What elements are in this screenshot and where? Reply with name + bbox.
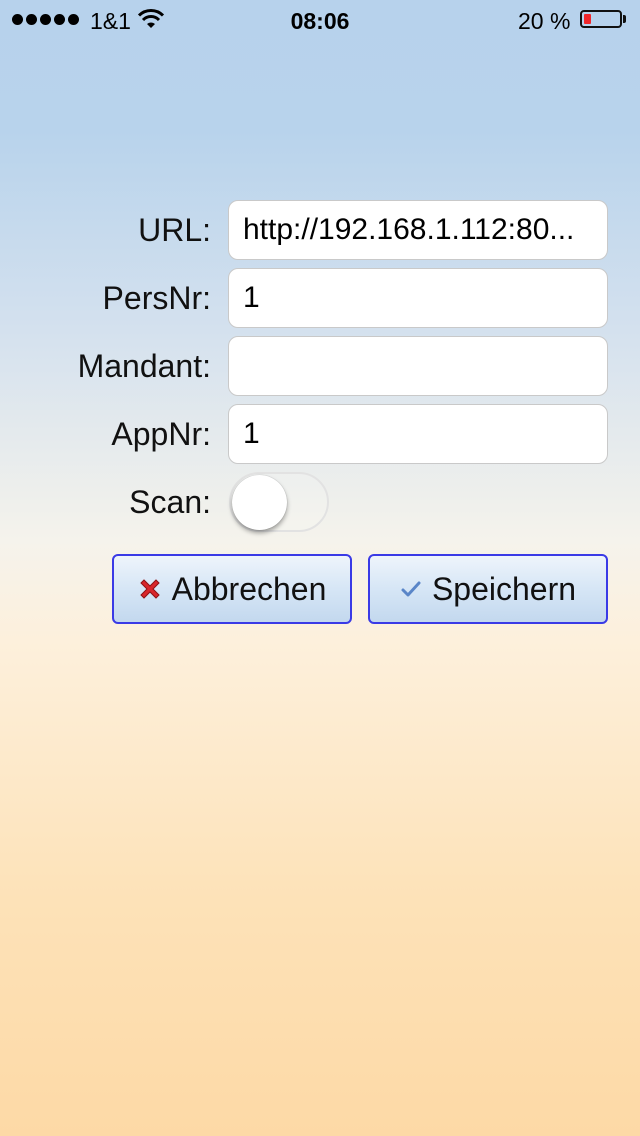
mandant-label: Mandant: bbox=[77, 348, 211, 384]
save-button[interactable]: Speichern bbox=[368, 554, 608, 624]
url-label: URL: bbox=[138, 212, 211, 248]
battery-icon bbox=[580, 10, 622, 28]
cancel-button[interactable]: Abbrechen bbox=[112, 554, 352, 624]
battery-percentage: 20 % bbox=[518, 8, 571, 34]
checkmark-icon bbox=[401, 581, 421, 597]
battery-tip bbox=[623, 15, 626, 23]
appnr-label: AppNr: bbox=[111, 416, 211, 452]
cancel-x-icon bbox=[139, 579, 160, 599]
scan-toggle-knob[interactable] bbox=[232, 475, 287, 530]
cancel-button-label: Abbrechen bbox=[171, 570, 327, 607]
status-bar: 1&1 08:06 20 % bbox=[0, 0, 640, 40]
persnr-label: PersNr: bbox=[102, 280, 211, 316]
scan-label: Scan: bbox=[129, 484, 211, 520]
mandant-input[interactable] bbox=[228, 336, 608, 396]
save-button-label: Speichern bbox=[431, 570, 577, 607]
persnr-input[interactable]: 1 bbox=[228, 268, 608, 328]
scan-toggle[interactable] bbox=[229, 472, 329, 532]
appnr-input[interactable]: 1 bbox=[228, 404, 608, 464]
url-input[interactable]: http://192.168.1.112:80... bbox=[228, 200, 608, 260]
